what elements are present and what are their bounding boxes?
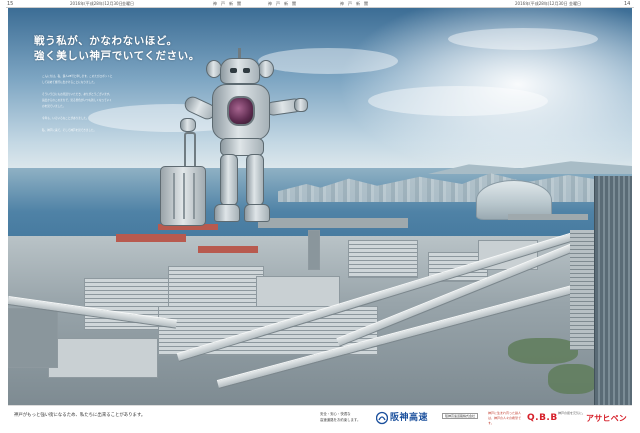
ad-body-copy: こんにちは。私、鉄人28号と申します。このたびロボットとして初めて旅行に出かける… (42, 74, 114, 140)
robot-leg-right (246, 154, 264, 206)
office-tower (594, 176, 632, 405)
hanshin-expressway-logo-icon (376, 411, 388, 425)
robot-ear-right (258, 60, 274, 78)
brand-company-badge: 阪神高速道路株式会社 (442, 413, 479, 419)
sponsor-note-2: 神戸の街を元気に。 (558, 411, 586, 415)
red-roof-warehouse (116, 234, 186, 242)
robot-eye (230, 68, 237, 73)
brand-name: 阪神高速 (390, 413, 429, 423)
building (168, 266, 264, 308)
cloud (368, 86, 548, 116)
robot-chest-emblem (227, 96, 255, 126)
pier (508, 214, 588, 220)
cloud (448, 28, 598, 50)
ad-headline: 戦う私が、かなわないほど。 強く美しい神戸でいてください。 (34, 34, 234, 64)
red-roof-warehouse (198, 246, 258, 253)
robot-foot-right (244, 204, 270, 222)
building (348, 240, 418, 278)
footer-copy: 神戸がもっと強い街になるため、私たちに出来ることがあります。 (14, 413, 146, 418)
sponsor-logo-asahipen: アサヒペン (586, 414, 627, 423)
robot-foot-left (214, 204, 240, 222)
robot-eye (243, 68, 250, 73)
sponsor-logo-qbb: Q.B.B (527, 413, 558, 423)
building (48, 338, 158, 378)
headline-line-1: 戦う私が、かなわないほど。 (34, 35, 178, 47)
ad-artwork: 戦う私が、かなわないほど。 強く美しい神戸でいてください。 こんにちは。私、鉄人… (8, 8, 632, 405)
body-paragraph: こんにちは。私、鉄人28号と申します。このたびロボットとして初めて旅行に出かける… (42, 75, 113, 84)
body-paragraph: そういう日にもお見送りいただき、ありがとうございます。長田からのこのまちで、見る… (42, 93, 112, 108)
greenery (548, 364, 598, 394)
robot-leg-left (220, 154, 238, 206)
body-paragraph: 私、神戸に来て、そして神戸を見てきました。 (42, 129, 97, 132)
robot-hand-left (180, 118, 196, 132)
newspaper-header: 15 2016年(平成28年)12月30日 金曜日 神 戸 新 聞 神 戸 新 … (0, 0, 640, 8)
office-tower-small (570, 230, 596, 350)
sponsor-note-1: 神戸に生まれ育った鉄人は、神戸の人々の希望です。 (488, 411, 522, 425)
greenery (508, 338, 578, 364)
robot-hand-right (294, 98, 308, 112)
footer-tagline: 安全・安心・快適な 高速道路をお約束します。 (320, 411, 360, 423)
body-paragraph: 今年も、いろいろなことがありました。 (42, 117, 89, 120)
giant-robot (180, 48, 310, 228)
building (308, 230, 320, 270)
building (8, 308, 58, 368)
footer-divider (8, 405, 632, 406)
tagline-line-2: 高速道路をお約束します。 (320, 418, 361, 422)
ad-footer: 神戸がもっと強い街になるため、私たちに出来ることがあります。 安全・安心・快適な… (0, 405, 640, 433)
headline-line-2: 強く美しい神戸でいてください。 (34, 50, 200, 62)
newspaper-spread: 15 2016年(平成28年)12月30日 金曜日 神 戸 新 聞 神 戸 新 … (0, 0, 640, 433)
